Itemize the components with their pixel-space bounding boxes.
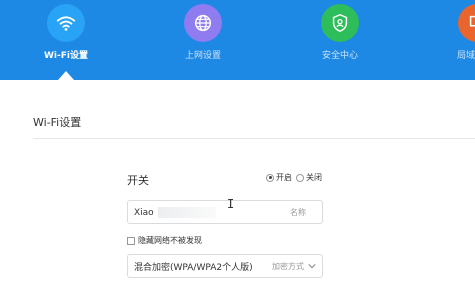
radio-option-off[interactable]: 关闭 xyxy=(296,172,322,183)
encryption-select[interactable]: 混合加密(WPA/WPA2个人版) 加密方式 xyxy=(127,254,323,278)
nav-item-wifi-settings[interactable]: Wi-Fi设置 xyxy=(26,4,106,61)
radio-off[interactable] xyxy=(296,173,304,182)
settings-panel: Wi-Fi设置 开关 开启 关闭 Xiao 名称 I 隐藏网络不被发现 混合加密… xyxy=(0,80,475,284)
switch-label: 开关 xyxy=(127,174,149,187)
nav-item-lan[interactable]: 局域 xyxy=(437,4,475,61)
radio-on[interactable] xyxy=(266,173,274,182)
chevron-down-icon xyxy=(308,264,316,269)
nav-label-lan: 局域 xyxy=(457,51,475,61)
radio-on-label: 开启 xyxy=(276,173,292,182)
ssid-redacted-blur xyxy=(157,206,216,218)
nav-label-internet-settings: 上网设置 xyxy=(184,51,221,61)
top-nav-bar: Wi-Fi设置 上网设置 安全中心 局域 xyxy=(0,0,475,80)
hidden-network-checkbox[interactable] xyxy=(127,236,135,245)
globe-icon xyxy=(184,4,222,42)
nav-label-wifi-settings: Wi-Fi设置 xyxy=(44,51,88,61)
radio-option-on[interactable]: 开启 xyxy=(266,172,292,183)
shield-user-icon xyxy=(321,4,359,42)
nav-item-internet-settings[interactable]: 上网设置 xyxy=(163,4,243,61)
lan-icon xyxy=(458,4,475,42)
switch-radio-group: 开启 关闭 xyxy=(266,172,322,183)
nav-label-security-center: 安全中心 xyxy=(321,51,358,61)
encryption-hint: 加密方式 xyxy=(272,261,304,271)
nav-item-security-center[interactable]: 安全中心 xyxy=(300,4,380,61)
ssid-value: Xiao xyxy=(134,207,154,218)
section-title: Wi-Fi设置 xyxy=(33,116,82,129)
ssid-field[interactable]: Xiao 名称 xyxy=(127,200,323,224)
encryption-value: 混合加密(WPA/WPA2个人版) xyxy=(134,262,253,273)
ssid-input[interactable]: Xiao xyxy=(134,206,290,218)
section-divider xyxy=(33,138,475,139)
hidden-network-label: 隐藏网络不被发现 xyxy=(138,236,202,245)
radio-off-label: 关闭 xyxy=(306,173,322,182)
text-cursor-icon: I xyxy=(227,197,235,211)
wifi-icon xyxy=(47,4,85,42)
active-tab-pointer xyxy=(58,71,74,80)
hidden-network-option[interactable]: 隐藏网络不被发现 xyxy=(127,235,202,246)
ssid-hint: 名称 xyxy=(290,207,306,217)
